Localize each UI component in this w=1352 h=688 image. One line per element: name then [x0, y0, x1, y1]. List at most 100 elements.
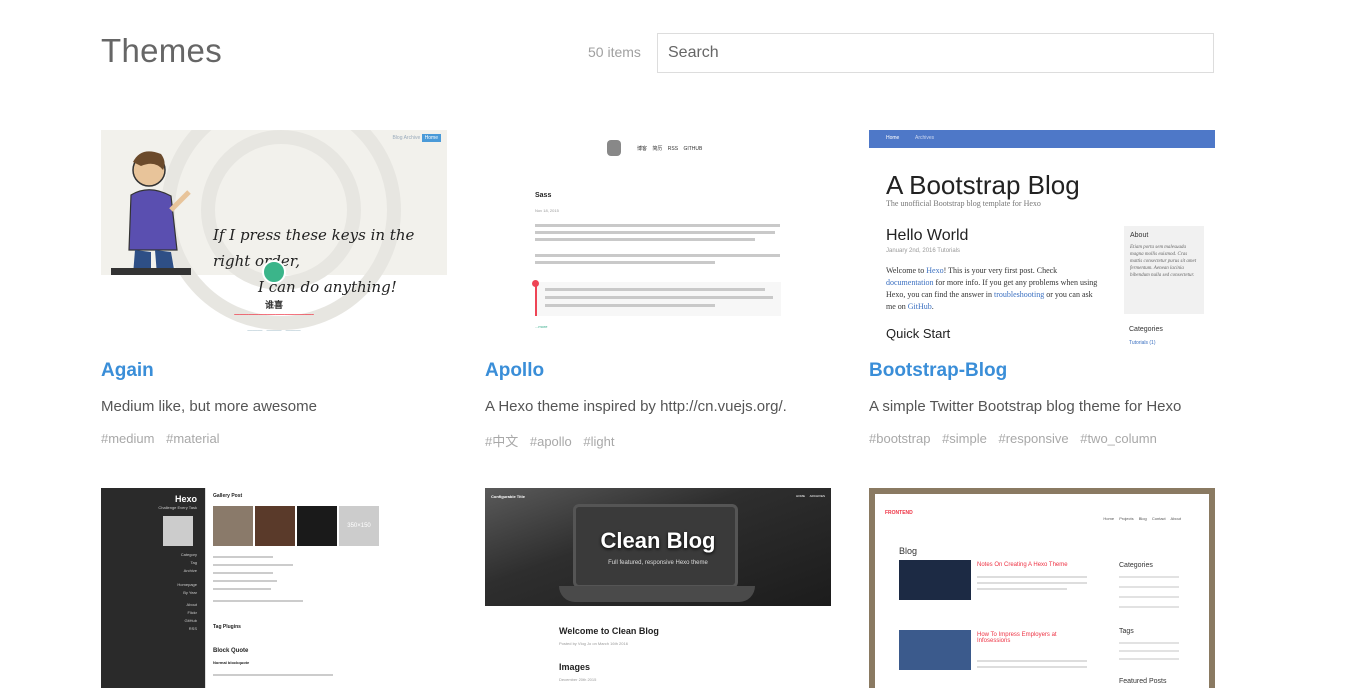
text-line	[213, 572, 273, 574]
text-line	[535, 261, 715, 264]
post-title: How To Impress Employers at Infosessions	[977, 632, 1057, 644]
nav: Home Projects Blog Contact About	[1103, 516, 1181, 521]
tag-link[interactable]: #light	[583, 434, 614, 449]
bootstrap-preview-section: Quick Start	[886, 326, 951, 341]
about-title: About	[1130, 232, 1149, 239]
avatar	[163, 516, 193, 546]
clean-blog-preview-hero: Configurable Title HOME ARCHIVES Clean B…	[485, 488, 831, 606]
text-line	[213, 588, 271, 590]
menu-item: GitHub	[184, 618, 197, 623]
tag-link[interactable]: #中文	[485, 434, 518, 449]
again-preview-quote: If I press these keys in the right order…	[213, 222, 443, 300]
page-title: Themes	[101, 32, 223, 69]
page-header: Themes 50 items	[101, 30, 1214, 74]
theme-tags: #中文 #apollo #light	[485, 431, 831, 450]
menu-item: Homepage	[177, 582, 197, 587]
laptop-base-illustration	[559, 586, 755, 602]
menu-item: RSS	[188, 626, 197, 631]
bootstrap-preview-subtitle: The unofficial Bootstrap blog template f…	[886, 199, 1041, 208]
apollo-preview-more: ...more	[535, 324, 548, 329]
theme-thumbnail-frontend[interactable]: FRONTEND Home Projects Blog Contact Abou…	[869, 488, 1215, 688]
text-line	[535, 231, 775, 234]
theme-thumbnail-again[interactable]: Blog Archive Home If I press these keys …	[101, 130, 447, 348]
text-line	[1119, 658, 1179, 660]
text-line	[1119, 586, 1179, 588]
text-line	[977, 666, 1087, 668]
tag-link[interactable]: #bootstrap	[869, 431, 930, 446]
text-line	[213, 556, 273, 558]
heading: Blog	[899, 546, 918, 556]
again-preview-nav: Blog Archive Home	[392, 134, 441, 142]
bootstrap-preview-title: A Bootstrap Blog	[886, 170, 1080, 200]
about-text: Etiam porta sem malesuada magna mollis e…	[1130, 245, 1197, 278]
text-line	[545, 296, 773, 299]
section-title: Tag Plugins	[213, 624, 241, 630]
site-title: Configurable Title	[491, 494, 525, 499]
bootstrap-preview-navbar: Home Archives	[869, 130, 1215, 148]
text-line	[213, 600, 303, 602]
post-title: Images	[559, 662, 591, 672]
hero-subtitle: Full featured, responsive Hexo theme	[608, 560, 708, 566]
again-preview-links: ——— ——— ———	[247, 328, 301, 334]
brand: FRONTEND	[885, 510, 913, 516]
theme-description: A Hexo theme inspired by http://cn.vuejs…	[485, 398, 787, 415]
menu-item: Archive	[183, 568, 197, 573]
apollo-preview-post-date: Nov 18, 2015	[535, 208, 559, 213]
bootstrap-preview-post-body: Welcome to Hexo! This is your very first…	[886, 266, 1098, 311]
apollo-preview-nav: 博客 简历 RSS GITHUB	[637, 146, 703, 152]
bootstrap-preview-about: About Etiam porta sem malesuada magna mo…	[1124, 226, 1204, 314]
text-line	[213, 580, 277, 582]
tag-link[interactable]: #apollo	[530, 434, 572, 449]
post-image	[899, 560, 971, 600]
nav-item: Home	[886, 135, 900, 141]
theme-thumbnail-clean-blog[interactable]: Configurable Title HOME ARCHIVES Clean B…	[485, 488, 831, 688]
tag-link[interactable]: #simple	[942, 431, 987, 446]
sidebar-heading: Tags	[1119, 628, 1134, 635]
menu-item: Category	[180, 552, 197, 557]
tag-link[interactable]: #material	[166, 431, 219, 446]
hero-title: Clean Blog	[600, 528, 716, 553]
text-line	[1119, 642, 1179, 644]
gallery-image-placeholder: 350×150	[339, 506, 379, 546]
post-image	[899, 630, 971, 670]
theme-card-again: Blog Archive Home If I press these keys …	[101, 130, 447, 446]
text-line	[977, 576, 1087, 578]
text-line	[545, 304, 715, 307]
text-line	[535, 224, 780, 227]
theme-card-frontend: FRONTEND Home Projects Blog Contact Abou…	[869, 488, 1215, 688]
section-title: Normal blockquote	[213, 660, 250, 665]
hexo-preview-sidebar: Hexo Challenge Every Task Category Tag A…	[101, 488, 205, 688]
text-line	[213, 564, 293, 566]
sidebar-heading: Categories	[1119, 562, 1153, 569]
person-illustration-icon	[111, 151, 191, 275]
post-meta: Posted by Vlog Jo on March 16th 2016	[559, 641, 628, 646]
menu-item: Tag	[190, 560, 197, 565]
theme-name-link[interactable]: Apollo	[485, 360, 831, 382]
theme-thumbnail-apollo[interactable]: 博客 简历 RSS GITHUB Sass Nov 18, 2015 ...mo…	[485, 130, 831, 348]
bootstrap-preview-categories: Categories	[1129, 326, 1163, 333]
menu-item: By Year	[183, 590, 197, 595]
post-title: Notes On Creating A Hexo Theme	[977, 562, 1068, 568]
theme-description: A simple Twitter Bootstrap blog theme fo…	[869, 398, 1182, 415]
site-subtitle: Challenge Every Task	[158, 505, 197, 510]
search-input[interactable]	[657, 33, 1214, 73]
frontend-preview-page: FRONTEND Home Projects Blog Contact Abou…	[875, 494, 1209, 688]
post-title: Welcome to Clean Blog	[559, 626, 659, 636]
gallery-title: Gallery Post	[213, 493, 243, 499]
tag-link[interactable]: #responsive	[998, 431, 1068, 446]
theme-thumbnail-hexo-sidebar[interactable]: Hexo Challenge Every Task Category Tag A…	[101, 488, 447, 688]
theme-thumbnail-bootstrap-blog[interactable]: Home Archives A Bootstrap Blog The unoff…	[869, 130, 1215, 348]
theme-tags: #bootstrap #simple #responsive #two_colu…	[869, 431, 1215, 446]
gallery-image	[255, 506, 295, 546]
text-line	[977, 582, 1087, 584]
tag-link[interactable]: #two_column	[1080, 431, 1157, 446]
text-line	[213, 674, 333, 676]
bootstrap-preview-post-meta: January 2nd, 2016 Tutorials	[886, 248, 961, 254]
tag-link[interactable]: #medium	[101, 431, 154, 446]
theme-name-link[interactable]: Again	[101, 360, 447, 382]
quote-line: I can do anything!	[258, 278, 397, 296]
theme-card-hexo-sidebar: Hexo Challenge Every Task Category Tag A…	[101, 488, 447, 688]
theme-name-link[interactable]: Bootstrap-Blog	[869, 360, 1215, 382]
logo-icon	[607, 140, 621, 156]
theme-card-apollo: 博客 简历 RSS GITHUB Sass Nov 18, 2015 ...mo…	[485, 130, 831, 450]
